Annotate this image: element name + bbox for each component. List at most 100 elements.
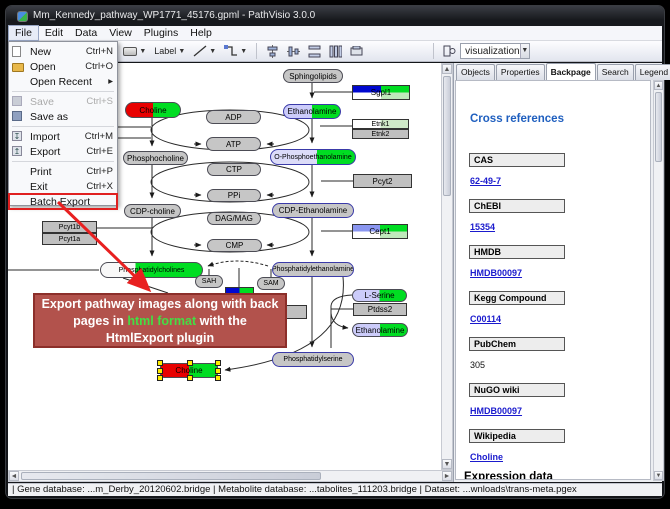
node-adp[interactable]: ADP — [206, 110, 261, 124]
datanode-tool-button[interactable]: ▼ — [119, 43, 150, 60]
gene-node-sgpl1[interactable]: Sgpl1 — [352, 85, 410, 100]
node-cdp-ethanolamine[interactable]: CDP-Ethanolamine — [272, 203, 354, 218]
menu-item-label: Open Recent — [30, 76, 108, 88]
node-label: Choline — [139, 106, 166, 115]
canvas-horizontal-scrollbar[interactable]: ◄ ► — [8, 470, 453, 482]
node-l-serine[interactable]: L-Serine — [352, 289, 407, 302]
canvas-vertical-scrollbar[interactable]: ▲ ▼ — [441, 63, 453, 470]
annotation-line3: HtmlExport plugin — [106, 331, 214, 345]
node-phosphatidylcholines[interactable]: Phosphatidylcholines — [100, 262, 203, 278]
gene-node-cept1[interactable]: Cept1 — [352, 224, 408, 239]
xref-section-kegg: Kegg Compound — [469, 291, 565, 305]
selection-handle[interactable] — [215, 368, 221, 374]
node-choline-selected[interactable]: Choline — [160, 363, 218, 378]
node-phosphatidylserine[interactable]: Phosphatidylserine — [272, 352, 354, 367]
annotation-highlight: html format — [127, 314, 196, 328]
gene-node-ptdss2[interactable]: Ptdss2 — [353, 303, 407, 316]
gene-node-pcyt1a[interactable]: Pcyt1a — [42, 233, 97, 245]
xref-link-wikipedia[interactable]: Choline — [470, 452, 503, 462]
node-sphingolipids[interactable]: Sphingolipids — [283, 69, 343, 83]
node-phosphatidylethanolamine[interactable]: Phosphatidylethanolamine — [272, 262, 354, 277]
empty-icon-slot — [12, 196, 26, 207]
file-menu-open-recent[interactable]: Open Recent ▸ — [9, 74, 117, 89]
selection-handle[interactable] — [215, 375, 221, 381]
file-menu-save[interactable]: Save Ctrl+S — [9, 94, 117, 109]
xref-link-cas[interactable]: 62-49-7 — [470, 176, 501, 186]
scroll-up-icon[interactable]: ▲ — [442, 64, 452, 74]
menu-file[interactable]: File — [8, 25, 39, 41]
selection-handle[interactable] — [215, 360, 221, 366]
menu-help[interactable]: Help — [184, 26, 218, 40]
node-phosphocholine[interactable]: Phosphocholine — [123, 151, 188, 165]
node-o-phosphoethanolamine[interactable]: O-Phosphoethanolamine — [270, 149, 356, 165]
selection-handle[interactable] — [187, 360, 193, 366]
file-menu-export[interactable]: ↥ Export Ctrl+E — [9, 144, 117, 159]
node-sah[interactable]: SAH — [195, 275, 223, 288]
scroll-up-icon[interactable]: ▲ — [654, 81, 663, 90]
label-tool-button[interactable]: Label ▼ — [150, 43, 189, 60]
node-cmp[interactable]: CMP — [207, 239, 262, 252]
xref-link-chebi[interactable]: 15354 — [470, 222, 495, 232]
node-ppi[interactable]: PPi — [207, 189, 261, 202]
line-tool-button[interactable]: ▼ — [189, 43, 220, 60]
distribute-horizontal-button[interactable] — [325, 43, 346, 60]
xref-link-kegg[interactable]: C00114 — [470, 314, 501, 324]
scrollbar-thumb[interactable] — [655, 92, 662, 162]
menu-separator — [12, 91, 114, 92]
file-menu-open[interactable]: Open Ctrl+O — [9, 59, 117, 74]
scrollbar-thumb[interactable] — [443, 76, 451, 196]
selection-handle[interactable] — [157, 368, 163, 374]
visualization-options-button[interactable] — [439, 43, 460, 60]
visualization-combobox[interactable]: visualization ▼ — [460, 43, 530, 59]
file-menu-exit[interactable]: Exit Ctrl+X — [9, 179, 117, 194]
gene-node-partial-hidden[interactable] — [285, 305, 307, 319]
node-ethanolamine-bottom[interactable]: Ethanolamine — [352, 323, 408, 337]
connector-tool-button[interactable]: ▼ — [220, 43, 251, 60]
scroll-right-icon[interactable]: ► — [442, 471, 452, 481]
align-middle-button[interactable] — [283, 43, 304, 60]
tab-backpage[interactable]: Backpage — [546, 63, 596, 80]
xref-link-hmdb[interactable]: HMDB00097 — [470, 268, 522, 278]
scroll-down-icon[interactable]: ▼ — [442, 459, 452, 469]
gene-node-pcyt2[interactable]: Pcyt2 — [353, 174, 412, 188]
node-choline-top[interactable]: Choline — [125, 102, 181, 118]
selection-handle[interactable] — [157, 375, 163, 381]
side-panel-scrollbar[interactable]: ▲ ▼ — [653, 80, 664, 481]
node-dag-mag[interactable]: DAG/MAG — [207, 212, 261, 225]
node-atp[interactable]: ATP — [206, 137, 261, 151]
file-menu-dropdown: New Ctrl+N Open Ctrl+O Open Recent ▸ Sav… — [8, 41, 118, 206]
tab-objects[interactable]: Objects — [456, 64, 495, 80]
tab-legend[interactable]: Legend — [635, 64, 670, 80]
selection-handle[interactable] — [187, 375, 193, 381]
node-ctp[interactable]: CTP — [207, 163, 261, 176]
node-cdp-choline[interactable]: CDP-choline — [124, 204, 181, 218]
scroll-left-icon[interactable]: ◄ — [9, 471, 19, 481]
file-menu-save-as[interactable]: Save as — [9, 109, 117, 124]
node-ethanolamine-top[interactable]: Ethanolamine — [283, 104, 341, 119]
gene-node-etnk2[interactable]: Etnk2 — [352, 129, 409, 139]
gene-node-pcyt1b[interactable]: Pcyt1b — [42, 221, 97, 233]
menu-edit[interactable]: Edit — [39, 26, 69, 40]
selection-handle[interactable] — [157, 360, 163, 366]
tab-search[interactable]: Search — [597, 64, 634, 80]
scroll-down-icon[interactable]: ▼ — [654, 471, 663, 480]
file-menu-batch-export[interactable]: Batch Export — [9, 194, 117, 209]
xref-link-nugo[interactable]: HMDB00097 — [470, 406, 522, 416]
file-menu-import[interactable]: ↧ Import Ctrl+M — [9, 129, 117, 144]
window-title: Mm_Kennedy_pathway_WP1771_45176.gpml - P… — [33, 6, 315, 26]
menu-data[interactable]: Data — [69, 26, 103, 40]
xref-section-pubchem: PubChem — [469, 337, 565, 351]
menu-view[interactable]: View — [103, 26, 138, 40]
common-size-button[interactable] — [346, 43, 367, 60]
distribute-vertical-button[interactable] — [304, 43, 325, 60]
scrollbar-thumb[interactable] — [21, 472, 321, 480]
visualization-dropdown-arrow-icon[interactable]: ▼ — [520, 44, 530, 58]
node-sam[interactable]: SAM — [257, 277, 285, 290]
file-menu-new[interactable]: New Ctrl+N — [9, 44, 117, 59]
menu-item-shortcut: Ctrl+X — [86, 181, 113, 192]
gene-node-etnk1[interactable]: Etnk1 — [352, 119, 409, 129]
menu-plugins[interactable]: Plugins — [138, 26, 184, 40]
file-menu-print[interactable]: Print Ctrl+P — [9, 164, 117, 179]
tab-properties[interactable]: Properties — [496, 64, 545, 80]
align-center-button[interactable] — [262, 43, 283, 60]
